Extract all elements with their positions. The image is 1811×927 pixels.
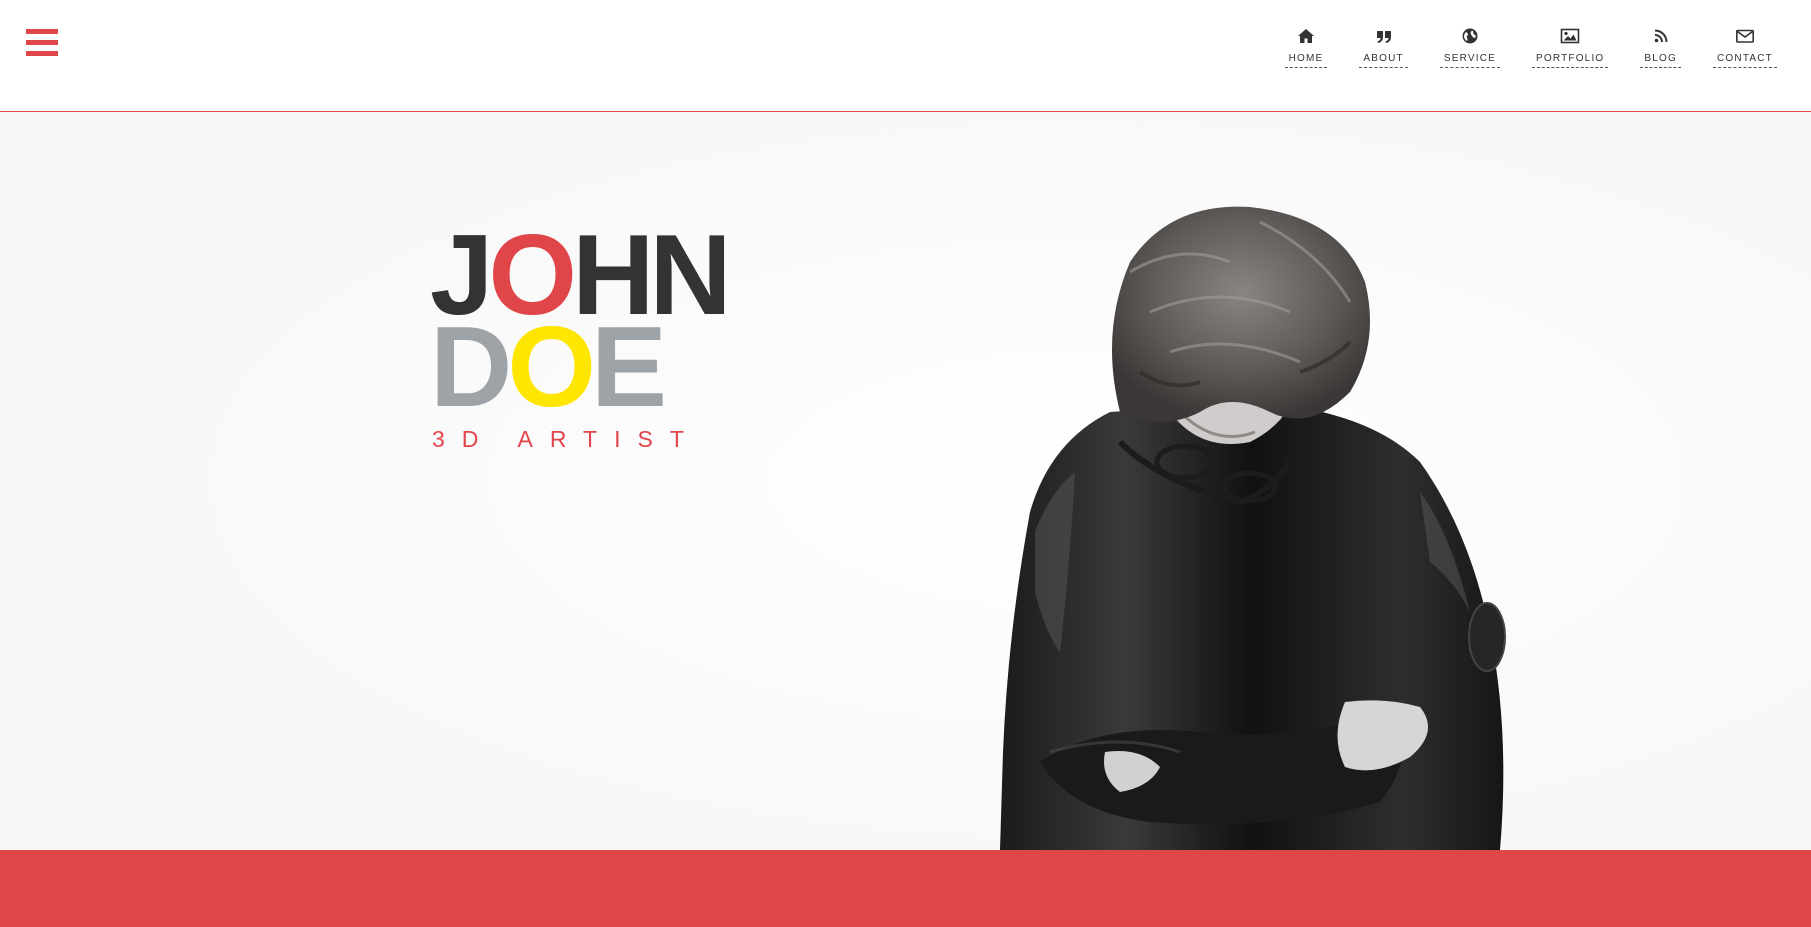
- nav-item-service[interactable]: SERVICE: [1439, 26, 1500, 68]
- hamburger-menu-icon[interactable]: [26, 29, 58, 56]
- site-header: HOME ABOUT SERVICE PORTFOLIO BLOG CONTAC…: [0, 0, 1811, 112]
- nav-label: PORTFOLIO: [1532, 53, 1609, 68]
- portrait-photo: [0, 112, 1811, 850]
- name-title: JOHN DOE 3D ARTIST: [430, 219, 732, 453]
- last-name-letter: E: [591, 304, 667, 431]
- nav-label: BLOG: [1640, 53, 1681, 68]
- job-title: 3D ARTIST: [432, 426, 701, 452]
- nav-item-blog[interactable]: BLOG: [1640, 26, 1681, 68]
- nav-label: CONTACT: [1713, 53, 1777, 68]
- last-name-letter: D: [430, 304, 512, 431]
- nav-item-about[interactable]: ABOUT: [1359, 26, 1408, 68]
- nav-label: HOME: [1284, 53, 1328, 68]
- last-name-letter: O: [507, 304, 596, 431]
- envelope-icon: [1735, 29, 1754, 43]
- nav-item-contact[interactable]: CONTACT: [1713, 26, 1777, 68]
- quote-icon: [1376, 31, 1391, 43]
- home-icon: [1298, 29, 1315, 43]
- nav-label: SERVICE: [1439, 53, 1500, 68]
- nav-item-portfolio[interactable]: PORTFOLIO: [1532, 26, 1609, 68]
- image-icon: [1560, 28, 1580, 44]
- globe-icon: [1462, 28, 1478, 44]
- rss-icon: [1654, 29, 1668, 43]
- footer-bar: [0, 850, 1811, 927]
- hero-section: JOHN DOE 3D ARTIST: [0, 112, 1811, 850]
- main-nav: HOME ABOUT SERVICE PORTFOLIO BLOG CONTAC…: [1284, 26, 1777, 76]
- nav-label: ABOUT: [1359, 53, 1408, 68]
- nav-item-home[interactable]: HOME: [1284, 26, 1328, 68]
